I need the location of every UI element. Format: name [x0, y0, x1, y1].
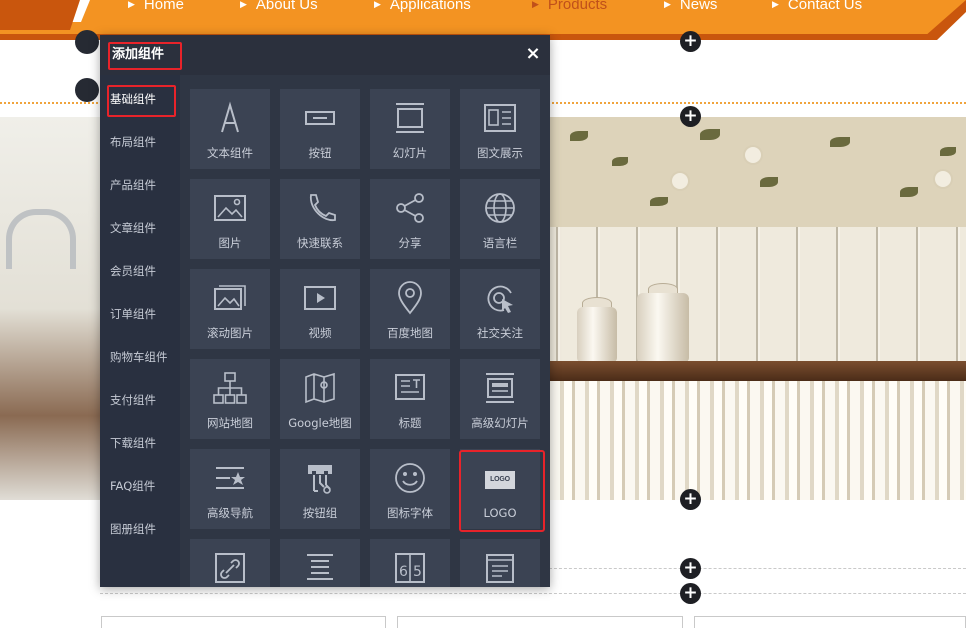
nav-item-about-us[interactable]: ▶ About Us [240, 0, 318, 14]
caret-right-icon: ▶ [128, 0, 135, 9]
component-image[interactable]: 图片 [190, 179, 270, 259]
add-component-dialog: 添加组件 × 基础组件 布局组件 产品组件 文章组件 会员组件 订单组件 购物车… [100, 35, 550, 587]
advanced-slideshow-icon [480, 371, 520, 405]
counter-icon: 65 [390, 551, 430, 585]
component-social-follow[interactable]: 社交关注 [460, 269, 540, 349]
column-box[interactable] [101, 616, 386, 628]
component-counter[interactable]: 65 [370, 539, 450, 587]
section-guide-line [100, 593, 966, 594]
category-member[interactable]: 会员组件 [110, 261, 156, 281]
main-nav: ▶ Home ▶ About Us ▶ Applications ▶ Products … [0, 0, 966, 34]
nav-item-home[interactable]: ▶ Home [128, 0, 184, 14]
caret-right-icon: ▶ [240, 0, 247, 9]
svg-text:5: 5 [413, 564, 422, 580]
column-box[interactable] [694, 616, 966, 628]
image-text-icon [480, 101, 520, 135]
component-link[interactable] [190, 539, 270, 587]
scroll-image-icon [210, 281, 250, 315]
caret-right-icon: ▶ [374, 0, 381, 9]
close-icon[interactable]: × [524, 45, 542, 63]
component-icon-font[interactable]: 图标字体 [370, 449, 450, 529]
caret-right-icon: ▶ [532, 0, 539, 9]
component-scroll-image[interactable]: 滚动图片 [190, 269, 270, 349]
add-section-plus-icon[interactable]: + [680, 583, 701, 604]
category-basic[interactable]: 基础组件 [110, 89, 156, 109]
category-order[interactable]: 订单组件 [110, 304, 156, 324]
component-title[interactable]: 标题 [370, 359, 450, 439]
component-text[interactable]: 文本组件 [190, 89, 270, 169]
component-video[interactable]: 视频 [280, 269, 360, 349]
component-button-group[interactable]: 按钮组 [280, 449, 360, 529]
component-quick-contact[interactable]: 快速联系 [280, 179, 360, 259]
button-icon [300, 101, 340, 135]
caret-right-icon: ▶ [772, 0, 779, 9]
component-button[interactable]: 按钮 [280, 89, 360, 169]
nav-item-products[interactable]: ▶ Products [532, 0, 607, 14]
video-icon [300, 281, 340, 315]
drag-handle[interactable] [75, 78, 99, 102]
component-google-map[interactable]: Google地图 [280, 359, 360, 439]
title-icon [390, 371, 430, 405]
social-follow-icon [480, 281, 520, 315]
nav-item-news[interactable]: ▶ News [664, 0, 717, 14]
category-album[interactable]: 图册组件 [110, 519, 156, 539]
column-box[interactable] [397, 616, 683, 628]
component-advanced-nav[interactable]: 高级导航 [190, 449, 270, 529]
phone-icon [300, 191, 340, 225]
list-icon [300, 551, 340, 585]
add-section-plus-icon[interactable]: + [680, 558, 701, 579]
category-cart[interactable]: 购物车组件 [110, 347, 168, 367]
link-icon [210, 551, 250, 585]
text-icon [210, 101, 250, 135]
component-advanced-slideshow[interactable]: 高级幻灯片 [460, 359, 540, 439]
caret-right-icon: ▶ [664, 0, 671, 9]
smiley-icon [390, 461, 430, 495]
component-notepad[interactable] [460, 539, 540, 587]
category-layout[interactable]: 布局组件 [110, 132, 156, 152]
add-section-plus-icon[interactable]: + [680, 489, 701, 510]
category-product[interactable]: 产品组件 [110, 175, 156, 195]
add-section-plus-icon[interactable]: + [680, 106, 701, 127]
category-download[interactable]: 下载组件 [110, 433, 156, 453]
category-faq[interactable]: FAQ组件 [110, 476, 155, 496]
dialog-header: 添加组件 × [100, 35, 550, 75]
slideshow-icon [390, 101, 430, 135]
faucet-photo [0, 117, 100, 500]
component-language-bar[interactable]: 语言栏 [460, 179, 540, 259]
component-baidu-map[interactable]: 百度地图 [370, 269, 450, 349]
component-sitemap[interactable]: 网站地图 [190, 359, 270, 439]
nav-item-contact-us[interactable]: ▶ Contact Us [772, 0, 862, 14]
notepad-icon [480, 551, 520, 585]
category-sidebar: 基础组件 布局组件 产品组件 文章组件 会员组件 订单组件 购物车组件 支付组件… [100, 75, 180, 587]
dialog-title: 添加组件 [112, 47, 165, 62]
component-logo[interactable]: LOGO LOGO [460, 449, 540, 529]
button-group-icon [300, 461, 340, 495]
image-icon [210, 191, 250, 225]
add-section-plus-icon[interactable]: + [680, 31, 701, 52]
nav-item-applications[interactable]: ▶ Applications [374, 0, 471, 14]
component-list[interactable] [280, 539, 360, 587]
sitemap-icon [210, 371, 250, 405]
component-grid: 文本组件 按钮 幻灯片 图文展示 图片 快速联系 分享 语言栏 滚动图片 视频 … [190, 89, 550, 587]
component-image-text[interactable]: 图文展示 [460, 89, 540, 169]
advanced-nav-icon [210, 461, 250, 495]
share-icon [390, 191, 430, 225]
category-payment[interactable]: 支付组件 [110, 390, 156, 410]
logo-icon: LOGO [480, 461, 520, 495]
drag-handle[interactable] [75, 30, 99, 54]
component-slideshow[interactable]: 幻灯片 [370, 89, 450, 169]
category-article[interactable]: 文章组件 [110, 218, 156, 238]
folded-map-icon [300, 371, 340, 405]
component-share[interactable]: 分享 [370, 179, 450, 259]
svg-text:6: 6 [399, 564, 408, 580]
globe-icon [480, 191, 520, 225]
map-pin-icon [390, 281, 430, 315]
